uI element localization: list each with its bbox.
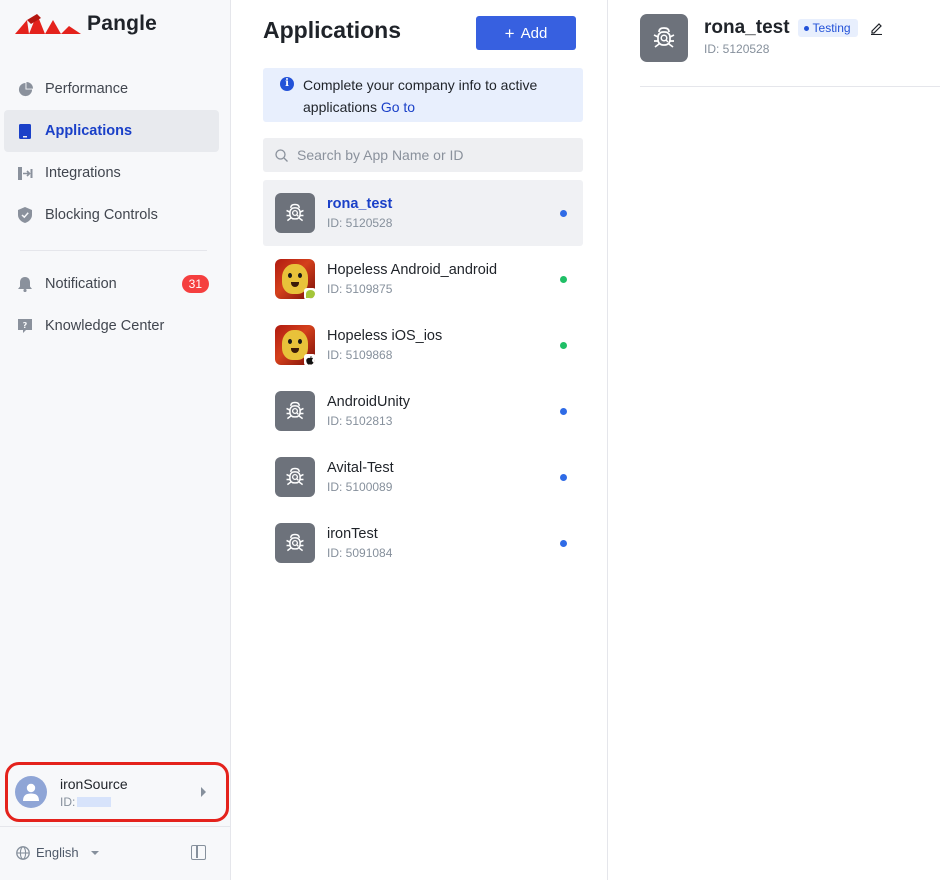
add-button-label: Add bbox=[520, 24, 548, 42]
brand-name: Pangle bbox=[87, 12, 158, 35]
sidebar-item-label: Performance bbox=[45, 81, 129, 97]
app-name: rona_test bbox=[327, 196, 393, 212]
status-label: Testing bbox=[812, 21, 851, 35]
detail-app-name: rona_test bbox=[704, 17, 790, 38]
app-row[interactable]: Avital-Test ID: 5100089 bbox=[263, 444, 583, 510]
account-switcher[interactable]: ironSource ID: bbox=[5, 762, 229, 822]
sidebar-item-knowledge-center[interactable]: ? Knowledge Center bbox=[4, 305, 219, 347]
sidebar-nav: Performance Applications Integrations Bl… bbox=[4, 68, 219, 347]
sidebar: Pangle Performance Applications Integrat… bbox=[0, 0, 231, 880]
mobile-phone-icon bbox=[17, 123, 33, 139]
pangle-logo[interactable]: Pangle bbox=[15, 12, 157, 36]
status-dot bbox=[560, 540, 567, 547]
app-id: ID: 5109868 bbox=[327, 348, 393, 362]
company-info-notice: i Complete your company info to active a… bbox=[263, 68, 583, 122]
status-dot bbox=[560, 408, 567, 415]
sidebar-item-label: Applications bbox=[45, 123, 133, 139]
bug-icon bbox=[275, 193, 315, 233]
app-id: ID: 5091084 bbox=[327, 546, 393, 560]
bug-icon bbox=[275, 391, 315, 431]
account-name: ironSource bbox=[60, 775, 128, 792]
sidebar-item-integrations[interactable]: Integrations bbox=[4, 152, 219, 194]
bug-icon bbox=[640, 14, 688, 62]
notification-count-badge: 31 bbox=[181, 275, 209, 293]
app-list: rona_test ID: 5120528 Hopeless Android_and… bbox=[263, 180, 583, 576]
language-label: English bbox=[36, 845, 79, 860]
app-name: AndroidUnity bbox=[327, 394, 411, 410]
sidebar-item-blocking-controls[interactable]: Blocking Controls bbox=[4, 194, 219, 236]
sidebar-item-label: Notification bbox=[45, 276, 117, 292]
account-id: ID: bbox=[60, 795, 128, 809]
applications-panel: Applications + Add i Complete your compa… bbox=[231, 0, 608, 880]
sidebar-item-applications[interactable]: Applications bbox=[4, 110, 219, 152]
page-title: Applications bbox=[263, 17, 402, 43]
sidebar-item-performance[interactable]: Performance bbox=[4, 68, 219, 110]
nav-divider bbox=[20, 250, 207, 251]
search-icon bbox=[275, 148, 288, 162]
app-id: ID: 5120528 bbox=[327, 216, 393, 230]
plus-icon: + bbox=[504, 23, 515, 43]
game-icon bbox=[275, 325, 315, 365]
detail-header: rona_test Testing ID: 5120528 bbox=[640, 14, 883, 62]
app-row[interactable]: Hopeless iOS_ios ID: 5109868 bbox=[263, 312, 583, 378]
add-application-button[interactable]: + Add bbox=[476, 16, 576, 50]
status-dot bbox=[560, 276, 567, 283]
bug-icon bbox=[275, 457, 315, 497]
app-row[interactable]: ironTest ID: 5091084 bbox=[263, 510, 583, 576]
avatar bbox=[15, 776, 47, 808]
status-dot bbox=[803, 25, 809, 31]
chevron-right-icon bbox=[201, 787, 206, 797]
goto-link[interactable]: Go to bbox=[381, 99, 415, 115]
bell-icon bbox=[17, 276, 33, 292]
app-id: ID: 5102813 bbox=[327, 414, 393, 428]
app-id: ID: 5100089 bbox=[327, 480, 393, 494]
integration-icon bbox=[17, 165, 33, 181]
sidebar-item-label: Blocking Controls bbox=[45, 207, 158, 223]
sidebar-collapse-icon[interactable] bbox=[191, 845, 206, 860]
app-row[interactable]: AndroidUnity ID: 5102813 bbox=[263, 378, 583, 444]
android-icon bbox=[304, 288, 315, 299]
svg-text:?: ? bbox=[23, 321, 28, 330]
status-dot bbox=[560, 342, 567, 349]
game-icon bbox=[275, 259, 315, 299]
apple-icon bbox=[304, 354, 315, 365]
account-id-label: ID: bbox=[60, 794, 76, 809]
status-dot bbox=[560, 210, 567, 217]
status-dot bbox=[560, 474, 567, 481]
app-row[interactable]: Hopeless Android_android ID: 5109875 bbox=[263, 246, 583, 312]
bug-icon bbox=[275, 523, 315, 563]
user-icon bbox=[23, 783, 39, 801]
sidebar-item-label: Knowledge Center bbox=[45, 318, 165, 334]
help-book-icon: ? bbox=[17, 318, 33, 334]
status-badge: Testing bbox=[797, 19, 858, 37]
edit-icon[interactable] bbox=[870, 22, 883, 35]
globe-icon bbox=[16, 845, 30, 860]
detail-divider bbox=[640, 86, 940, 87]
app-name: Hopeless Android_android bbox=[327, 262, 498, 278]
app-name: Avital-Test bbox=[327, 460, 394, 476]
pangle-logo-icon bbox=[15, 14, 81, 34]
detail-app-id: ID: 5120528 bbox=[704, 42, 770, 56]
info-icon: i bbox=[280, 77, 294, 91]
pie-chart-icon bbox=[17, 81, 33, 97]
search-input[interactable] bbox=[297, 147, 567, 163]
notice-text: Complete your company info to active app… bbox=[303, 77, 538, 115]
app-id: ID: 5109875 bbox=[327, 282, 393, 296]
sidebar-item-notification[interactable]: Notification 31 bbox=[4, 263, 219, 305]
caret-down-icon bbox=[90, 850, 99, 855]
account-id-redacted bbox=[77, 796, 112, 807]
app-name: Hopeless iOS_ios bbox=[327, 328, 443, 344]
shield-icon bbox=[17, 207, 33, 223]
sidebar-footer: English bbox=[0, 826, 230, 880]
app-search bbox=[263, 138, 583, 172]
language-selector[interactable]: English bbox=[16, 845, 99, 860]
sidebar-item-label: Integrations bbox=[45, 165, 121, 181]
app-row[interactable]: rona_test ID: 5120528 bbox=[263, 180, 583, 246]
app-name: ironTest bbox=[327, 526, 378, 542]
app-detail-panel: rona_test Testing ID: 5120528 bbox=[609, 0, 940, 880]
